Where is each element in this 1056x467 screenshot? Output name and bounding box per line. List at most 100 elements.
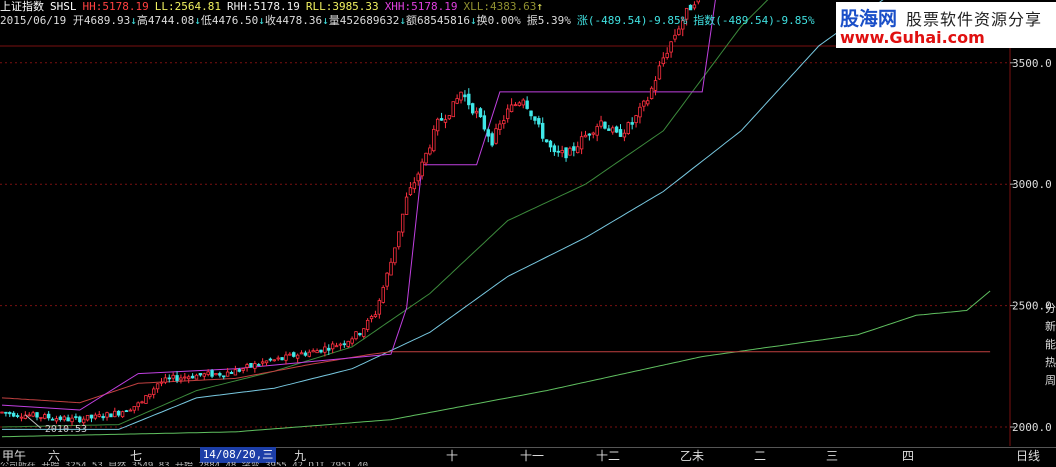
candle-body bbox=[439, 118, 444, 121]
sidebar-char[interactable]: 热 bbox=[1045, 354, 1056, 372]
candle-body bbox=[307, 351, 312, 357]
candle-body bbox=[148, 393, 152, 398]
change-value: 涨(-489.54)-9.85% bbox=[576, 14, 688, 27]
candle-body bbox=[568, 147, 572, 156]
candle-body bbox=[455, 98, 459, 104]
candle-body bbox=[70, 417, 74, 423]
candle-body bbox=[11, 412, 16, 417]
sidebar-char[interactable]: 分 bbox=[1045, 300, 1056, 318]
candle-body bbox=[665, 52, 669, 58]
period-label[interactable]: 乙未 bbox=[680, 448, 704, 465]
low-annotation: 2010.53 bbox=[45, 424, 87, 435]
candle-body bbox=[97, 414, 101, 417]
candle-body bbox=[167, 377, 171, 380]
candle-body bbox=[591, 132, 595, 135]
candle-body bbox=[638, 106, 642, 118]
candle-body bbox=[583, 134, 588, 138]
candle-body bbox=[39, 416, 43, 419]
candle-body bbox=[171, 374, 175, 379]
ma-line bbox=[2, 0, 884, 430]
sidebar-char[interactable]: 能 bbox=[1045, 336, 1056, 354]
candle-body bbox=[369, 316, 374, 320]
sidebar-char[interactable]: 周 bbox=[1045, 372, 1056, 390]
candle-body bbox=[358, 333, 362, 336]
candle-body bbox=[280, 357, 284, 361]
candle-body bbox=[517, 102, 522, 106]
daily-period-tab[interactable]: 日线 bbox=[1016, 448, 1040, 465]
candle-body bbox=[509, 104, 514, 113]
candle-body bbox=[46, 413, 51, 419]
candle-body bbox=[101, 416, 105, 419]
candle-body bbox=[626, 122, 630, 134]
logo-url: www.Guhai.com bbox=[840, 28, 985, 47]
hh-value: HH:5178.19 bbox=[82, 0, 149, 13]
index-change-value: 指数(-489.54)-9.85% bbox=[693, 14, 815, 27]
candle-body bbox=[408, 187, 413, 196]
candle-body bbox=[435, 118, 440, 132]
candle-body bbox=[579, 136, 584, 150]
candle-body bbox=[257, 364, 261, 366]
candle-body bbox=[249, 362, 253, 368]
candle-body bbox=[470, 103, 475, 114]
candle-body bbox=[661, 57, 665, 65]
candle-body bbox=[696, 0, 701, 3]
price-chart[interactable]: 2000.02500.03000.03500.04000.04500.05000… bbox=[0, 0, 1056, 466]
period-label[interactable]: 三 bbox=[826, 448, 838, 465]
candle-body bbox=[334, 345, 339, 348]
candle-body bbox=[525, 100, 529, 109]
candle-body bbox=[397, 231, 401, 248]
candle-body bbox=[179, 377, 183, 381]
ohlc-header: 2015/06/19 开4689.93↓高4744.08↓低4476.50↓收4… bbox=[0, 14, 815, 27]
candle-body bbox=[533, 116, 537, 121]
open-value: 开4689.93 bbox=[72, 14, 131, 27]
turnover-value: 换0.00% bbox=[476, 14, 521, 27]
period-label[interactable]: 十二 bbox=[596, 448, 620, 465]
candle-body bbox=[362, 328, 366, 337]
candle-body bbox=[124, 410, 129, 413]
candle-body bbox=[404, 196, 409, 215]
candle-body bbox=[478, 108, 483, 118]
candle-body bbox=[0, 411, 4, 414]
volume-value: 量452689632 bbox=[328, 14, 400, 27]
sidebar-char[interactable]: 新 bbox=[1045, 318, 1056, 336]
candle-body bbox=[284, 354, 288, 361]
candle-body bbox=[315, 350, 319, 354]
period-label[interactable]: 四 bbox=[902, 448, 914, 465]
rhh-line bbox=[1, 0, 716, 411]
candle-body bbox=[646, 100, 650, 105]
candle-body bbox=[54, 418, 59, 422]
candle-body bbox=[43, 414, 47, 419]
candle-body bbox=[657, 65, 662, 80]
candle-body bbox=[490, 133, 494, 146]
candle-body bbox=[474, 110, 479, 114]
candle-body bbox=[354, 331, 358, 340]
candle-body bbox=[459, 91, 463, 101]
candle-body bbox=[642, 100, 646, 107]
candle-body bbox=[342, 343, 347, 346]
y-tick-label: 3000.0 bbox=[1012, 178, 1052, 191]
candle-body bbox=[595, 126, 599, 136]
ma-line bbox=[1, 0, 769, 428]
candle-body bbox=[482, 115, 487, 130]
candle-body bbox=[467, 93, 471, 106]
candle-body bbox=[544, 139, 549, 143]
candle-body bbox=[120, 411, 125, 418]
candle-body bbox=[319, 349, 323, 353]
candle-body bbox=[649, 87, 654, 99]
period-label[interactable]: 十一 bbox=[520, 448, 544, 465]
candle-body bbox=[564, 147, 568, 159]
ll-value: LL:2564.81 bbox=[154, 0, 221, 13]
rll-value: RLL:3985.33 bbox=[305, 0, 379, 13]
candle-body bbox=[630, 122, 634, 125]
period-label[interactable]: 二 bbox=[754, 448, 766, 465]
candle-body bbox=[537, 118, 541, 125]
candle-body bbox=[521, 99, 525, 106]
rhh-value: RHH:5178.19 bbox=[226, 0, 300, 13]
footer-ticker: 公司所在 开始 3254.53 自然 3549.83 开始 2884.48 突变… bbox=[0, 462, 368, 466]
period-label[interactable]: 十 bbox=[446, 448, 458, 465]
candle-body bbox=[58, 416, 63, 420]
candle-body bbox=[587, 133, 592, 136]
amplitude-value: 振5.39% bbox=[526, 14, 571, 27]
candle-body bbox=[447, 115, 452, 120]
right-sidebar[interactable]: 分 新 能 热 周 bbox=[1045, 300, 1056, 450]
